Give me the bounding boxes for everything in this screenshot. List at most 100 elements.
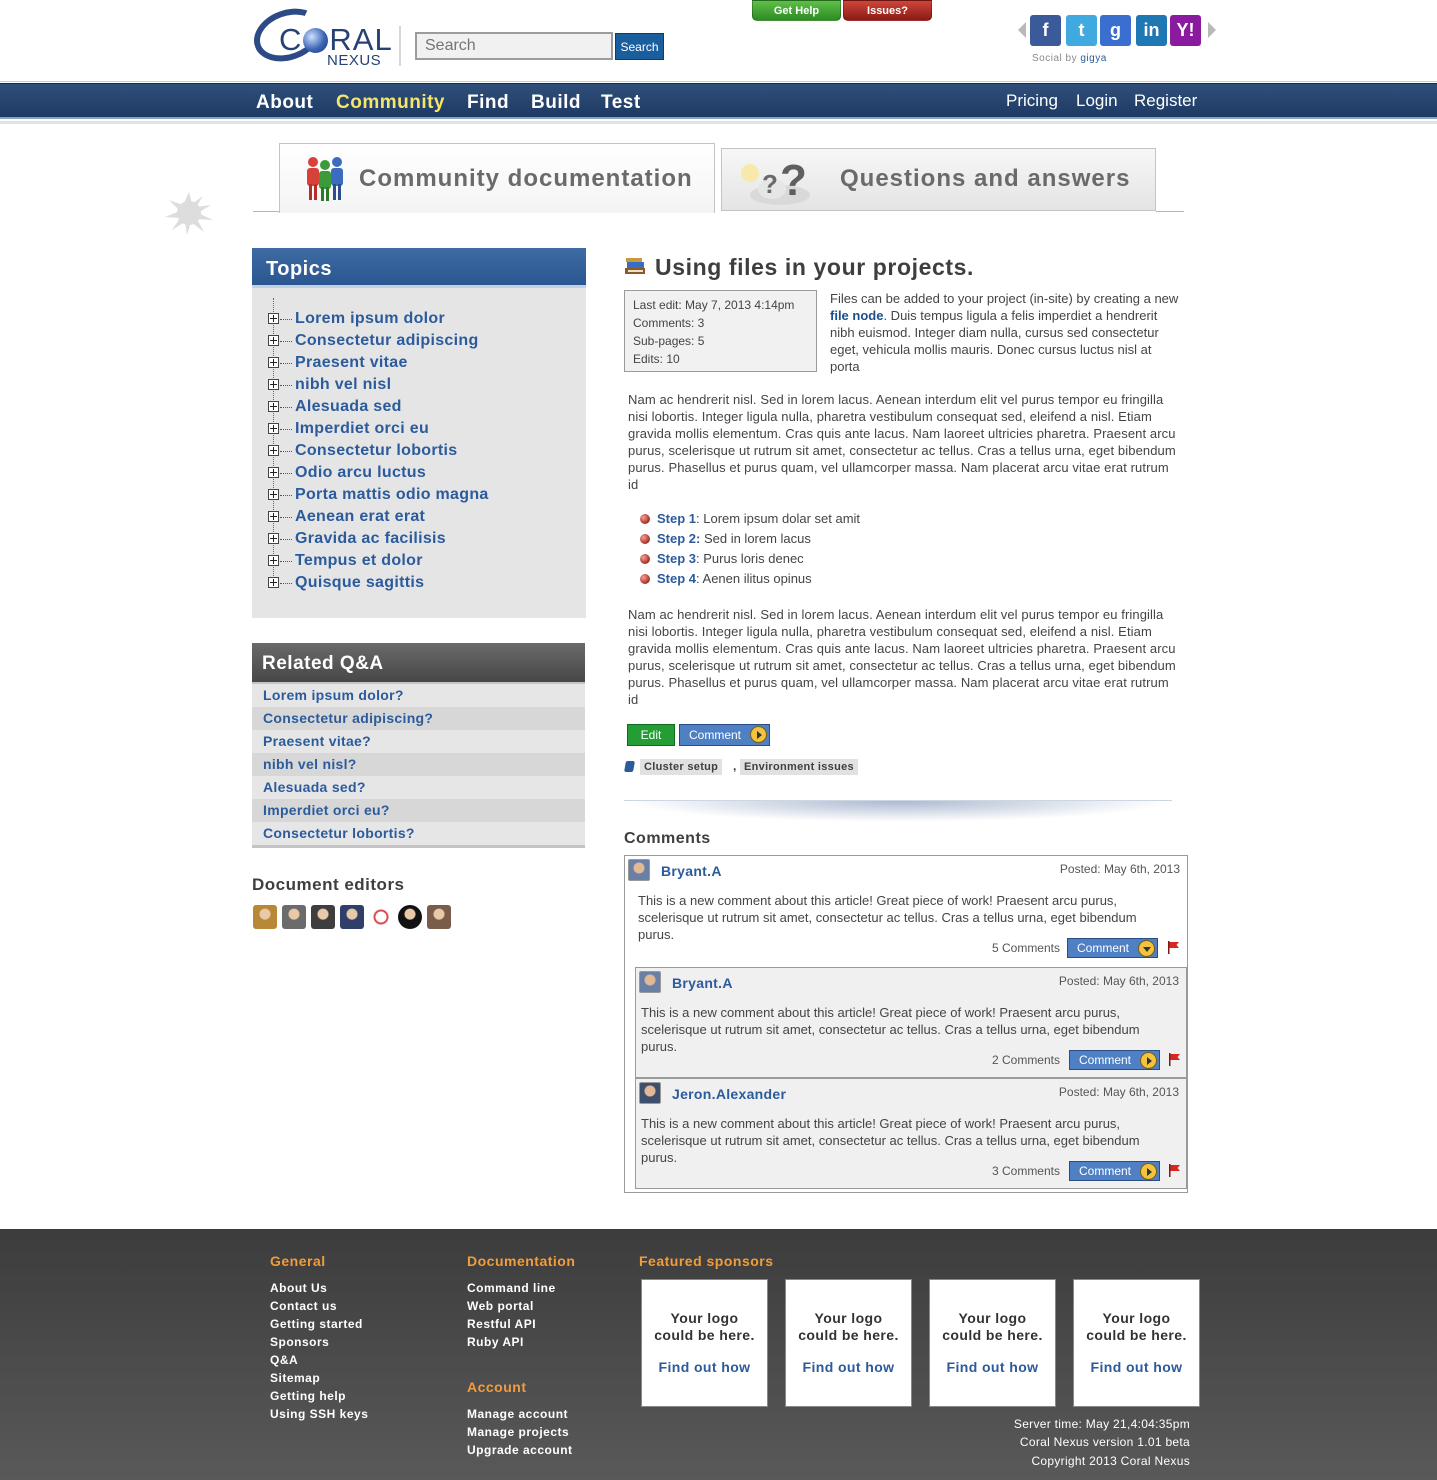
footer-documentation-link[interactable]: Restful API bbox=[467, 1317, 536, 1331]
footer-general-link[interactable]: Q&A bbox=[270, 1353, 298, 1367]
comment-avatar[interactable] bbox=[628, 859, 650, 881]
comment-author[interactable]: Bryant.A bbox=[672, 975, 733, 991]
expand-plus-icon[interactable] bbox=[268, 555, 279, 566]
footer-documentation-link[interactable]: Ruby API bbox=[467, 1335, 524, 1349]
sponsor-slot[interactable]: Your logo could be here. Find out how bbox=[641, 1279, 768, 1407]
nav-register[interactable]: Register bbox=[1134, 91, 1197, 111]
flag-icon[interactable] bbox=[1167, 941, 1180, 954]
topic-item[interactable]: Lorem ipsum dolor bbox=[266, 308, 489, 330]
expand-plus-icon[interactable] bbox=[268, 533, 279, 544]
yahoo-icon[interactable]: Y! bbox=[1170, 15, 1201, 46]
sponsor-slot[interactable]: Your logo could be here. Find out how bbox=[929, 1279, 1056, 1407]
related-qa-item[interactable]: Lorem ipsum dolor? bbox=[252, 684, 585, 707]
related-qa-item[interactable]: Praesent vitae? bbox=[252, 730, 585, 753]
flag-icon[interactable] bbox=[1168, 1164, 1181, 1177]
editor-avatar[interactable] bbox=[311, 905, 335, 929]
comment-reply-button[interactable]: Comment bbox=[1069, 1050, 1160, 1070]
footer-general-link[interactable]: Contact us bbox=[270, 1299, 337, 1313]
comment-count[interactable]: 3 Comments bbox=[992, 1164, 1060, 1178]
topic-item[interactable]: Alesuada sed bbox=[266, 396, 489, 418]
tag-cluster-setup[interactable]: Cluster setup bbox=[640, 759, 723, 775]
flag-icon[interactable] bbox=[1168, 1053, 1181, 1066]
topic-item[interactable]: Imperdiet orci eu bbox=[266, 418, 489, 440]
expand-plus-icon[interactable] bbox=[268, 423, 279, 434]
comment-count[interactable]: 2 Comments bbox=[992, 1053, 1060, 1067]
comment-author[interactable]: Jeron.Alexander bbox=[672, 1086, 786, 1102]
step-label[interactable]: Step 1 bbox=[657, 511, 696, 526]
topic-item[interactable]: Tempus et dolor bbox=[266, 550, 489, 572]
nav-build[interactable]: Build bbox=[531, 92, 581, 114]
topic-item[interactable]: Aenean erat erat bbox=[266, 506, 489, 528]
file-node-link[interactable]: file node bbox=[830, 308, 883, 323]
topic-item[interactable]: Porta mattis odio magna bbox=[266, 484, 489, 506]
expand-plus-icon[interactable] bbox=[268, 467, 279, 478]
footer-general-link[interactable]: About Us bbox=[270, 1281, 327, 1295]
sponsor-find-out-link[interactable]: Find out how bbox=[642, 1359, 767, 1375]
editor-avatar[interactable] bbox=[253, 905, 277, 929]
expand-plus-icon[interactable] bbox=[268, 445, 279, 456]
expand-plus-icon[interactable] bbox=[268, 379, 279, 390]
editor-avatar[interactable] bbox=[398, 905, 422, 929]
comment-avatar[interactable] bbox=[639, 971, 661, 993]
twitter-icon[interactable]: t bbox=[1066, 15, 1097, 46]
related-qa-item[interactable]: nibh vel nisl? bbox=[252, 753, 585, 776]
nav-test[interactable]: Test bbox=[601, 92, 641, 114]
sponsor-slot[interactable]: Your logo could be here. Find out how bbox=[785, 1279, 912, 1407]
linkedin-icon[interactable]: in bbox=[1136, 15, 1167, 46]
sponsor-find-out-link[interactable]: Find out how bbox=[930, 1359, 1055, 1375]
nav-login[interactable]: Login bbox=[1076, 91, 1118, 111]
related-qa-item[interactable]: Consectetur lobortis? bbox=[252, 822, 585, 845]
nav-about[interactable]: About bbox=[256, 92, 313, 114]
facebook-icon[interactable]: f bbox=[1030, 15, 1061, 46]
related-qa-item[interactable]: Imperdiet orci eu? bbox=[252, 799, 585, 822]
social-next-arrow-icon[interactable] bbox=[1208, 22, 1216, 38]
footer-general-link[interactable]: Using SSH keys bbox=[270, 1407, 368, 1421]
related-qa-item[interactable]: Consectetur adipiscing? bbox=[252, 707, 585, 730]
comment-avatar[interactable] bbox=[639, 1082, 661, 1104]
editor-avatar[interactable] bbox=[282, 905, 306, 929]
footer-documentation-link[interactable]: Command line bbox=[467, 1281, 556, 1295]
tab-questions-answers[interactable]: ? ? Questions and answers bbox=[721, 148, 1156, 211]
tag-environment-issues[interactable]: Environment issues bbox=[740, 759, 858, 775]
footer-account-link[interactable]: Manage account bbox=[467, 1407, 568, 1421]
search-button[interactable]: Search bbox=[615, 33, 664, 60]
nav-find[interactable]: Find bbox=[467, 92, 509, 114]
topic-item[interactable]: Consectetur adipiscing bbox=[266, 330, 489, 352]
expand-plus-icon[interactable] bbox=[268, 511, 279, 522]
comment-reply-button[interactable]: Comment bbox=[1069, 1161, 1160, 1181]
step-label[interactable]: Step 2: bbox=[657, 531, 700, 546]
sponsor-find-out-link[interactable]: Find out how bbox=[1074, 1359, 1199, 1375]
google-icon[interactable]: g bbox=[1100, 15, 1131, 46]
topic-item[interactable]: Quisque sagittis bbox=[266, 572, 489, 594]
comment-count[interactable]: 5 Comments bbox=[992, 941, 1060, 955]
expand-plus-icon[interactable] bbox=[268, 489, 279, 500]
nav-community[interactable]: Community bbox=[336, 92, 445, 114]
tab-community-documentation[interactable]: Community documentation bbox=[279, 143, 715, 213]
footer-general-link[interactable]: Getting started bbox=[270, 1317, 363, 1331]
editor-avatar[interactable] bbox=[427, 905, 451, 929]
topic-item[interactable]: Odio arcu luctus bbox=[266, 462, 489, 484]
coral-nexus-logo[interactable]: C RAL NEXUS bbox=[246, 0, 393, 71]
issues-tab[interactable]: Issues? bbox=[843, 0, 932, 21]
topic-item[interactable]: Consectetur lobortis bbox=[266, 440, 489, 462]
comment-reply-button[interactable]: Comment bbox=[1067, 938, 1158, 958]
sponsor-slot[interactable]: Your logo could be here. Find out how bbox=[1073, 1279, 1200, 1407]
editor-avatar[interactable] bbox=[369, 905, 393, 929]
footer-account-link[interactable]: Upgrade account bbox=[467, 1443, 573, 1457]
step-label[interactable]: Step 4 bbox=[657, 571, 696, 586]
article-comment-button[interactable]: Comment bbox=[679, 724, 770, 746]
footer-general-link[interactable]: Sitemap bbox=[270, 1371, 320, 1385]
social-by-gigya[interactable]: Social by gigya bbox=[1032, 53, 1107, 64]
topic-item[interactable]: Praesent vitae bbox=[266, 352, 489, 374]
expand-plus-icon[interactable] bbox=[268, 357, 279, 368]
expand-plus-icon[interactable] bbox=[268, 577, 279, 588]
footer-account-link[interactable]: Manage projects bbox=[467, 1425, 569, 1439]
footer-general-link[interactable]: Getting help bbox=[270, 1389, 346, 1403]
related-qa-item[interactable]: Alesuada sed? bbox=[252, 776, 585, 799]
footer-general-link[interactable]: Sponsors bbox=[270, 1335, 329, 1349]
expand-plus-icon[interactable] bbox=[268, 401, 279, 412]
get-help-tab[interactable]: Get Help bbox=[752, 0, 841, 21]
step-label[interactable]: Step 3 bbox=[657, 551, 696, 566]
topic-item[interactable]: nibh vel nisl bbox=[266, 374, 489, 396]
search-input[interactable] bbox=[415, 32, 613, 60]
